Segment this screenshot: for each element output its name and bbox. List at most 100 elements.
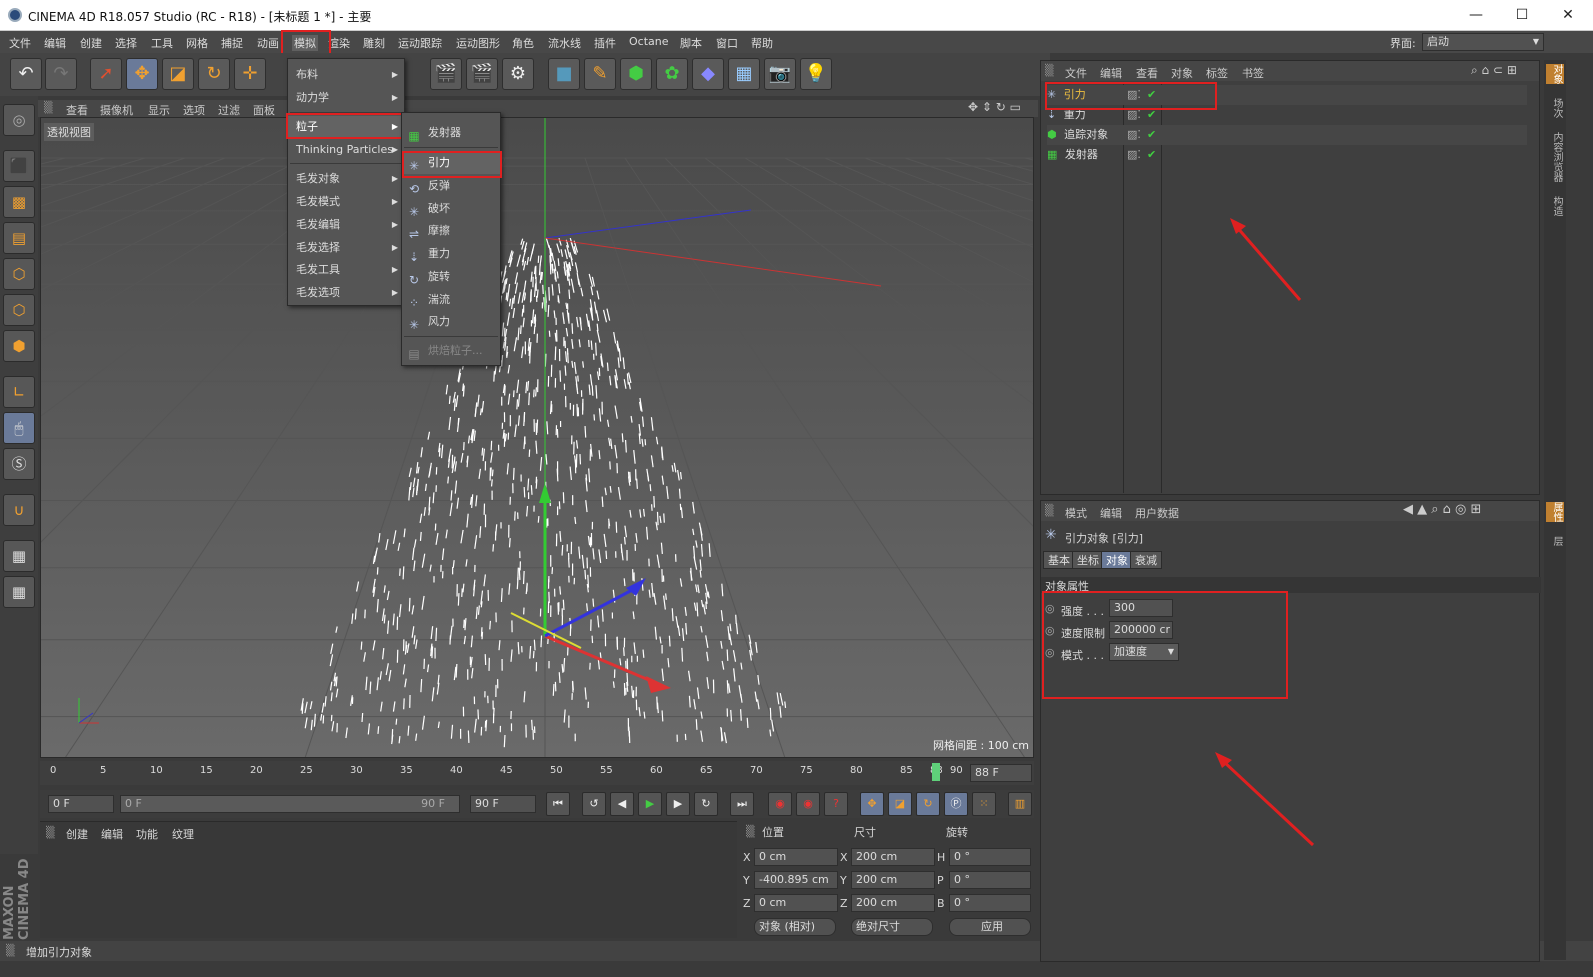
layout-select[interactable]: 启动 ▼ [1422,33,1544,51]
menu-window[interactable]: 窗口 [716,35,738,51]
am-menu-mode[interactable]: 模式 [1065,505,1087,521]
om-menu-view[interactable]: 查看 [1136,65,1158,81]
subdivision-icon[interactable]: ⬢ [620,58,652,90]
visibility-toggle[interactable]: ▨⁚ [1127,145,1141,165]
axis-mode-icon[interactable]: ∟ [3,376,35,408]
menu-mograph[interactable]: 运动图形 [456,35,500,51]
menu-thinking-particles[interactable]: Thinking Particles ▶ [288,139,404,161]
am-toolbar-icons[interactable]: ◀ ▲ ⌕ ⌂ ◎ ⊞ [1403,502,1481,517]
om-menu-edit[interactable]: 编辑 [1100,65,1122,81]
object-row-tracer[interactable]: ⬢ 追踪对象 ▨⁚ ✔ [1047,125,1527,145]
menu-character[interactable]: 角色 [512,35,534,51]
menu-octane[interactable]: Octane [629,35,669,48]
menu-hair-tools[interactable]: 毛发工具 ▶ [288,259,404,281]
frame-range-slider[interactable]: 0 F 90 F [120,795,460,813]
render-settings-icon[interactable]: ⚙ [502,58,534,90]
key-param-icon[interactable]: Ⓟ [944,792,968,816]
tab-falloff[interactable]: 衰减 [1130,551,1162,569]
object-row-gravity[interactable]: ⇣ 重力 ▨⁚ ✔ [1047,105,1527,125]
undo-icon[interactable]: ↶ [10,58,42,90]
cloner-icon[interactable]: ✿ [656,58,688,90]
menu-particles[interactable]: 粒子 ▶ [288,116,404,138]
menu-tools[interactable]: 工具 [151,35,173,51]
menu-render[interactable]: 渲染 [328,35,350,51]
tab-attributes-vertical[interactable]: 属性 [1546,502,1564,522]
check-icon[interactable]: ✔ [1147,125,1156,145]
next-frame-icon[interactable]: ▶ [666,792,690,816]
pos-z-field[interactable]: 0 cm [754,894,838,912]
apply-button[interactable]: 应用 [949,918,1031,936]
object-row-attractor[interactable]: ✳ 引力 ▨⁚ ✔ [1047,85,1527,105]
menu-motion-tracking[interactable]: 运动跟踪 [398,35,442,51]
key-rotate-icon[interactable]: ↻ [916,792,940,816]
menu-simulate[interactable]: 模拟 [292,35,318,51]
magnet-icon[interactable]: ∪ [3,494,35,526]
menu-hair-options[interactable]: 毛发选项 ▶ [288,282,404,304]
workplane-icon[interactable]: ▤ [3,222,35,254]
om-toolbar-icons[interactable]: ⌕ ⌂ ⊂ ⊞ [1471,63,1517,78]
vp-menu-view[interactable]: 查看 [66,102,88,118]
tab-layers-vertical[interactable]: 层 [1546,536,1564,546]
anim-radio-icon[interactable]: ◎ [1045,646,1055,659]
vp-menu-options[interactable]: 选项 [183,102,205,118]
floor-icon[interactable]: ▦ [728,58,760,90]
mat-menu-texture[interactable]: 纹理 [172,826,194,842]
scale-tool-icon[interactable]: ◪ [162,58,194,90]
timeline-window-icon[interactable]: ▥ [1008,792,1032,816]
anim-radio-icon[interactable]: ◎ [1045,624,1055,637]
tab-object[interactable]: 对象 [1101,551,1133,569]
menu-hair-edit[interactable]: 毛发编辑 ▶ [288,214,404,236]
rot-b-field[interactable]: 0 ° [949,894,1031,912]
mat-menu-function[interactable]: 功能 [136,826,158,842]
tab-objects-vertical[interactable]: 对象 [1546,64,1564,84]
menu-friction[interactable]: ⇌ 摩擦 [402,220,500,242]
object-row-emitter[interactable]: ▦ 发射器 ▨⁚ ✔ [1047,145,1527,165]
rot-p-field[interactable]: 0 ° [949,871,1031,889]
menu-help[interactable]: 帮助 [751,35,773,51]
play-icon[interactable]: ▶ [638,792,662,816]
menu-gravity[interactable]: ⇣ 重力 [402,243,500,265]
tab-takes-vertical[interactable]: 场次 [1546,98,1564,118]
points-mode-icon[interactable]: ⬡ [3,258,35,290]
om-menu-file[interactable]: 文件 [1065,65,1087,81]
menu-edit[interactable]: 编辑 [44,35,66,51]
menu-file[interactable]: 文件 [9,35,31,51]
am-menu-edit[interactable]: 编辑 [1100,505,1122,521]
strength-field[interactable]: 300 [1109,599,1173,617]
axis-tool-icon[interactable]: ✛ [234,58,266,90]
end-frame-field[interactable]: 90 F [470,795,536,813]
vp-menu-display[interactable]: 显示 [148,102,170,118]
menu-pipeline[interactable]: 流水线 [548,35,581,51]
menu-mesh[interactable]: 网格 [186,35,208,51]
size-y-field[interactable]: 200 cm [851,871,935,889]
light-icon[interactable]: 💡 [800,58,832,90]
perspective-viewport[interactable]: 透视视图 网格间距 : 100 cm [40,117,1034,758]
om-menu-objects[interactable]: 对象 [1171,65,1193,81]
menu-create[interactable]: 创建 [80,35,102,51]
render-view-icon[interactable]: 🎬 [430,58,462,90]
pos-x-field[interactable]: 0 cm [754,848,838,866]
check-icon[interactable]: ✔ [1147,85,1156,105]
select-tool-icon[interactable]: ➚ [90,58,122,90]
mat-menu-edit[interactable]: 编辑 [101,826,123,842]
snap-s-icon[interactable]: Ⓢ [3,448,35,480]
om-menu-tags[interactable]: 标签 [1206,65,1228,81]
visibility-toggle[interactable]: ▨⁚ [1127,125,1141,145]
tab-coord[interactable]: 坐标 [1072,551,1104,569]
key-pla-icon[interactable]: ⁙ [972,792,996,816]
start-frame-field[interactable]: 0 F [48,795,114,813]
coord-mode-select[interactable]: 对象 (相对) [754,918,836,936]
model-mode-icon[interactable]: ⬛ [3,150,35,182]
menu-bake-particles[interactable]: ▤ 烘焙粒子... [402,340,500,362]
menu-attractor[interactable]: ✳ 引力 [402,152,500,174]
prev-key-icon[interactable]: ↺ [582,792,606,816]
playhead[interactable] [932,763,940,781]
menu-hair-objects[interactable]: 毛发对象 ▶ [288,168,404,190]
mode-select[interactable]: 加速度 ▼ [1109,643,1179,661]
am-menu-userdata[interactable]: 用户数据 [1135,505,1179,521]
camera-icon[interactable]: 📷 [764,58,796,90]
key-scale-icon[interactable]: ◪ [888,792,912,816]
next-key-icon[interactable]: ↻ [694,792,718,816]
edges-mode-icon[interactable]: ⬡ [3,294,35,326]
lock-grid-icon[interactable]: ▦ [3,540,35,572]
